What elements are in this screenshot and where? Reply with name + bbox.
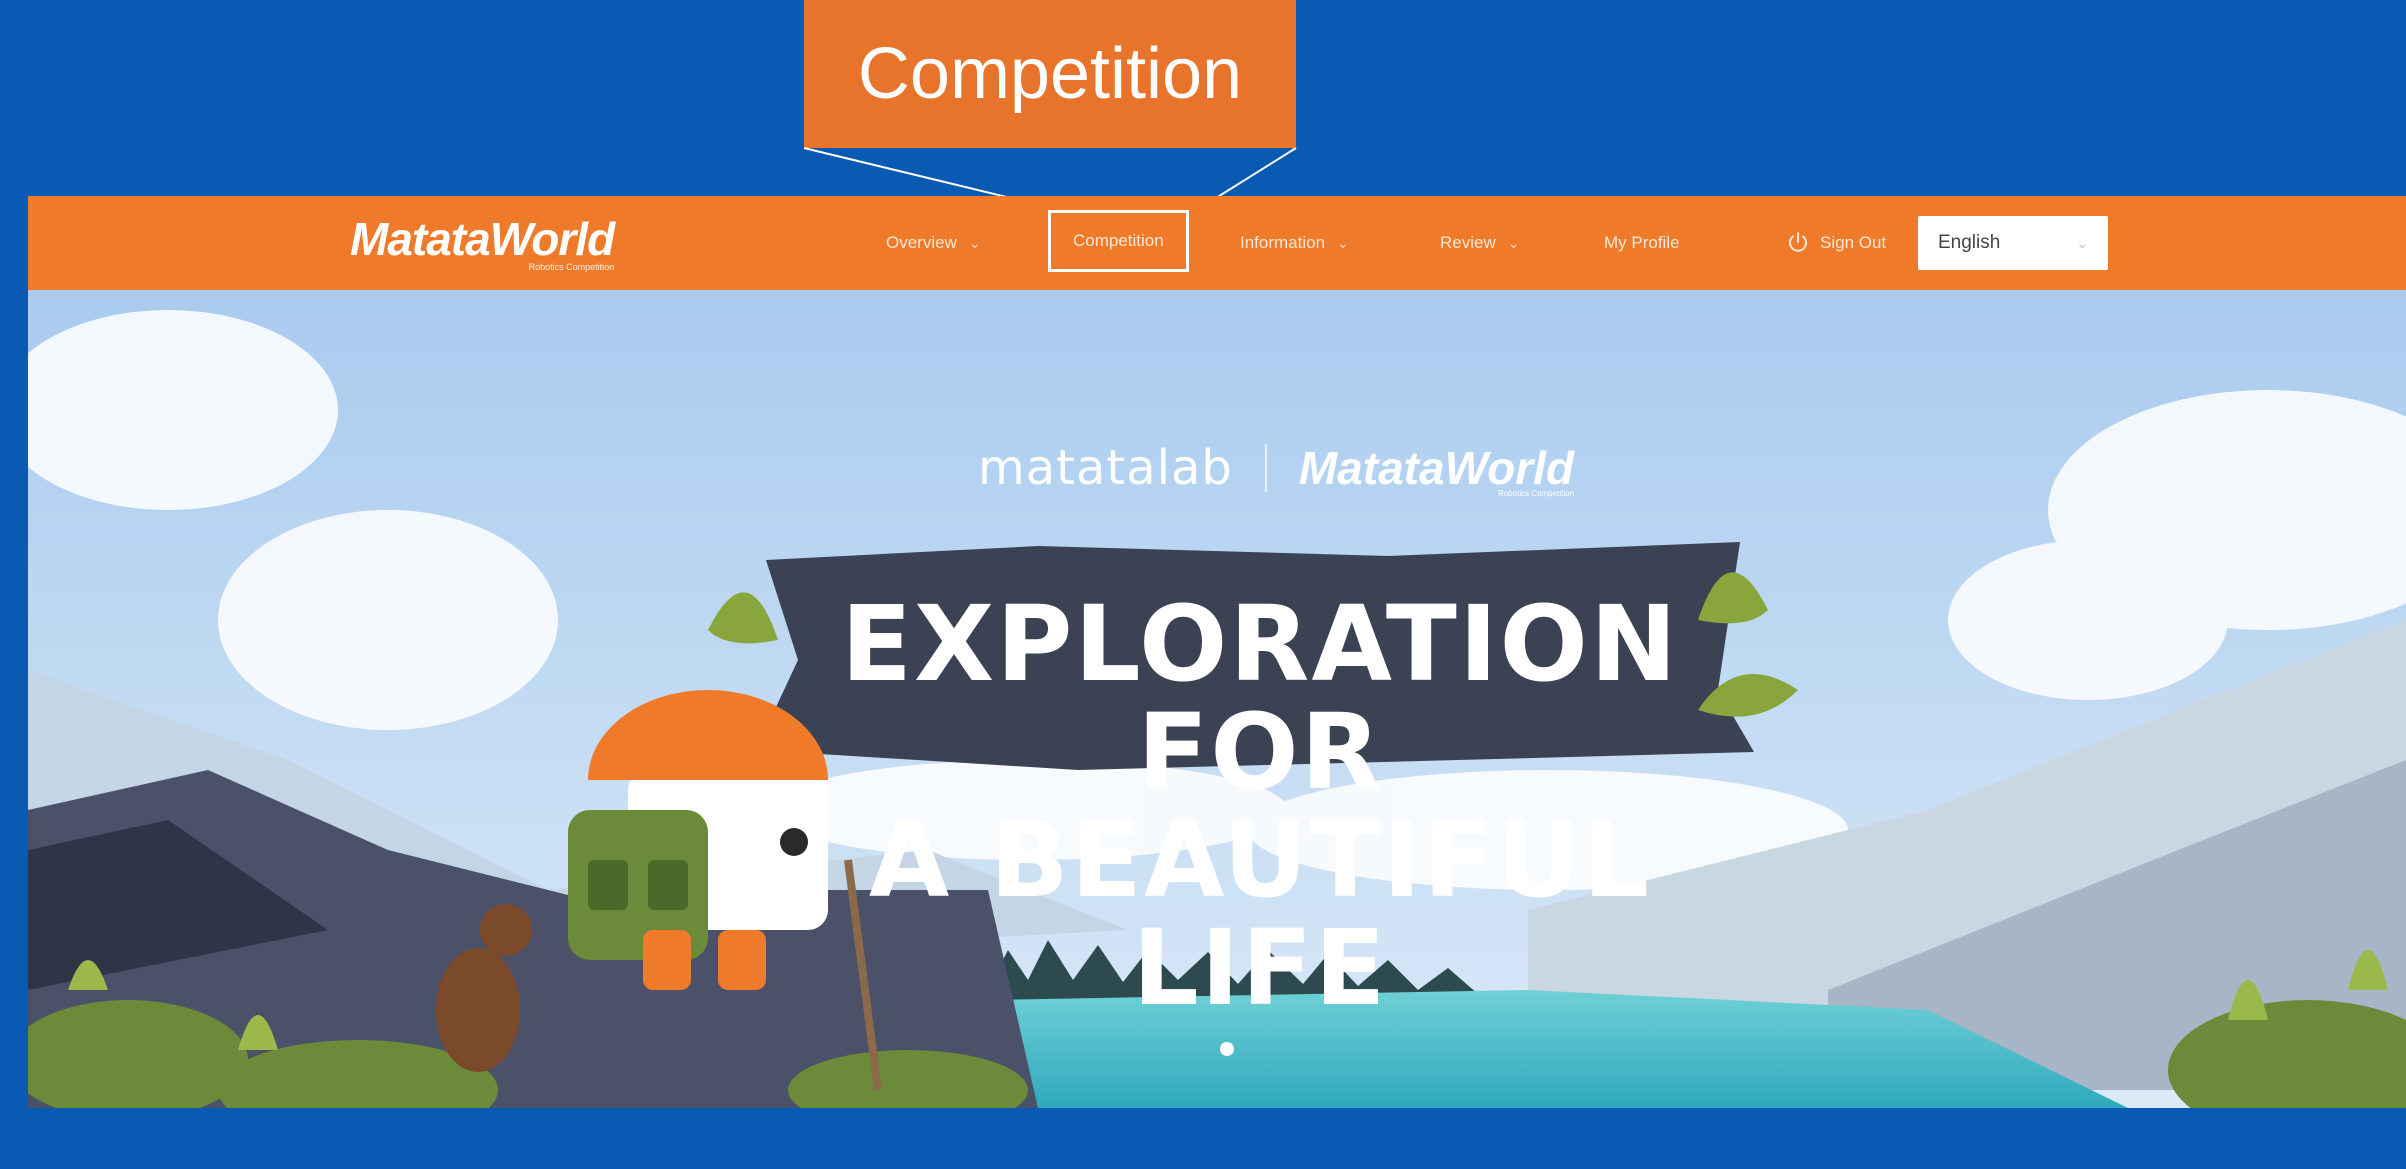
logo-text: MatataWorld [350, 213, 615, 265]
hero-banner: matatalab MatataWorld Robotics Competiti… [28, 290, 2406, 1108]
competition-callout: Competition [804, 0, 1296, 148]
carousel-dot[interactable] [1220, 1042, 1234, 1056]
logo-subtext: Robotics Competition [528, 262, 615, 272]
top-navbar: MatataWorld Robotics Competition Overvie… [28, 196, 2406, 290]
nav-item-overview[interactable]: Overview ⌄ [886, 196, 981, 290]
headline-line-2: A BEAUTIFUL LIFE [868, 799, 1652, 1029]
sign-out-label: Sign Out [1820, 233, 1887, 252]
matataworld-hero-logo: MatataWorld Robotics Competition [1298, 441, 1575, 498]
headline-line-1: EXPLORATION FOR [840, 583, 1679, 813]
hero-brand-row: matatalab MatataWorld Robotics Competiti… [978, 440, 1575, 498]
hero-logo-subtext: Robotics Competition [1497, 489, 1575, 498]
language-select[interactable]: English ⌄ [1918, 216, 2108, 270]
hero-headline: EXPLORATION FOR A BEAUTIFUL LIFE [780, 590, 1740, 1022]
brand-divider [1264, 444, 1267, 492]
chevron-down-icon: ⌄ [968, 234, 981, 251]
hero-logo-text: MatataWorld [1298, 442, 1575, 494]
nav-item-label: Review [1440, 233, 1496, 252]
nav-item-label: Information [1240, 233, 1326, 252]
chevron-down-icon: ⌄ [2076, 234, 2088, 251]
sign-out-button[interactable]: Sign Out [1786, 196, 1886, 290]
nav-item-review[interactable]: Review ⌄ [1440, 196, 1519, 290]
matatalab-logo: matatalab [978, 440, 1233, 496]
nav-item-my-profile[interactable]: My Profile [1604, 196, 1680, 290]
chevron-down-icon: ⌄ [1337, 234, 1349, 251]
nav-item-label: Competition [1073, 231, 1164, 250]
matataworld-logo[interactable]: MatataWorld Robotics Competition [350, 212, 615, 272]
language-selected-value: English [1938, 232, 2001, 253]
chevron-down-icon: ⌄ [1507, 234, 1520, 251]
power-icon [1789, 232, 1807, 252]
nav-item-competition[interactable]: Competition [1048, 210, 1189, 272]
nav-item-information[interactable]: Information ⌄ [1240, 196, 1349, 290]
nav-item-label: My Profile [1604, 233, 1680, 252]
callout-label: Competition [857, 34, 1243, 114]
website-screenshot: MatataWorld Robotics Competition Overvie… [28, 196, 2406, 1108]
nav-item-label: Overview [886, 233, 957, 252]
